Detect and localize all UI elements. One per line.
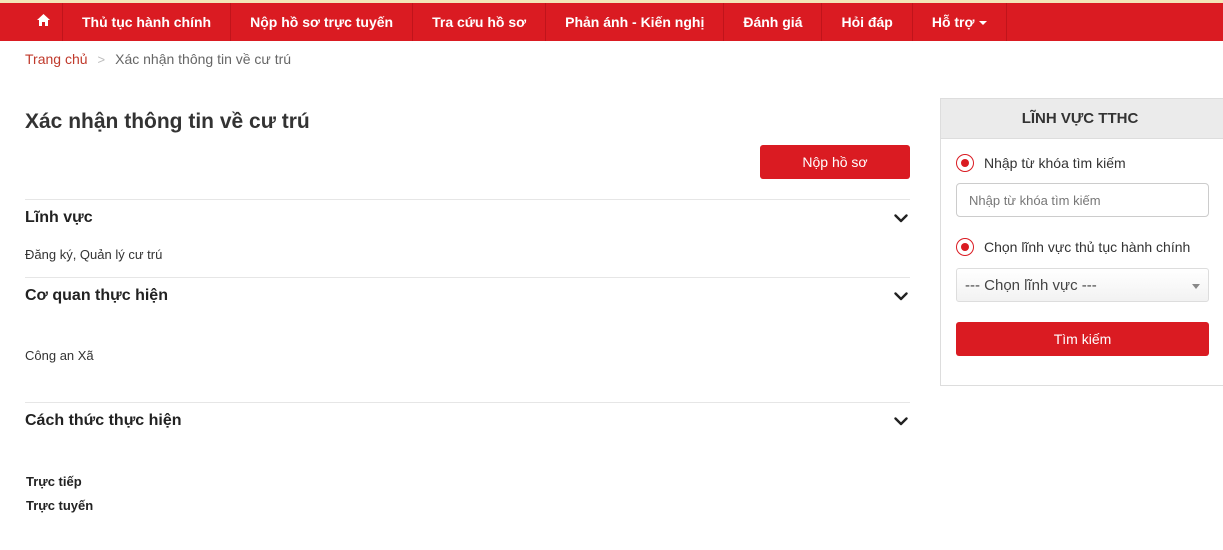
section-divider (25, 199, 910, 200)
chevron-down-icon[interactable] (892, 211, 910, 225)
nav-item-hoi-dap[interactable]: Hỏi đáp (822, 3, 913, 41)
chevron-down-icon[interactable] (892, 414, 910, 428)
section-title: Cách thức thực hiện (25, 412, 182, 429)
breadcrumb: Trang chủ > Xác nhận thông tin về cư trú (25, 51, 291, 67)
section-header-co-quan[interactable]: Cơ quan thực hiện (25, 287, 910, 305)
nav-item-label: Thủ tục hành chính (82, 14, 212, 30)
chevron-down-icon[interactable] (892, 289, 910, 303)
nav-item-label: Nộp hồ sơ trực tuyến (250, 14, 394, 30)
breadcrumb-home-link[interactable]: Trang chủ (25, 51, 88, 67)
section-content-text: Trực tuyến (26, 498, 94, 513)
section-content-text: Công an Xã (25, 348, 94, 363)
caret-down-icon (979, 21, 988, 25)
breadcrumb-current: Xác nhận thông tin về cư trú (115, 51, 292, 67)
nav-items: Thủ tục hành chính Nộp hồ sơ trực tuyến … (25, 3, 1008, 41)
section-title: Cơ quan thực hiện (25, 287, 168, 304)
section-divider (25, 402, 910, 403)
nav-item-label: Hỏi đáp (841, 14, 893, 30)
nav-item-ho-tro[interactable]: Hỗ trợ (913, 3, 1008, 41)
home-icon (37, 13, 50, 31)
nav-home[interactable] (25, 3, 63, 41)
section-divider (25, 277, 910, 278)
nav-item-phan-anh[interactable]: Phản ánh - Kiến nghị (546, 3, 725, 41)
main-navbar: Thủ tục hành chính Nộp hồ sơ trực tuyến … (0, 3, 1223, 41)
section-content-text: Trực tiếp (26, 474, 82, 489)
nav-item-nop-ho-so[interactable]: Nộp hồ sơ trực tuyến (231, 3, 414, 41)
field-select-value: --- Chọn lĩnh vực --- (965, 276, 1097, 294)
nav-item-label: Hỗ trợ (931, 14, 975, 30)
sidebar-title: LĨNH VỰC TTHC (941, 99, 1223, 139)
nav-item-danh-gia[interactable]: Đánh giá (724, 3, 823, 41)
radio-selected-icon[interactable] (956, 238, 974, 256)
submit-application-button[interactable]: Nộp hồ sơ (760, 145, 910, 179)
keyword-radio-option[interactable]: Nhập từ khóa tìm kiếm (956, 154, 1126, 172)
keyword-radio-label: Nhập từ khóa tìm kiếm (984, 155, 1126, 171)
keyword-search-input[interactable] (956, 183, 1209, 217)
nav-item-label: Tra cứu hồ sơ (432, 14, 527, 30)
sidebar-panel: LĨNH VỰC TTHC Nhập từ khóa tìm kiếm Chọn… (940, 98, 1223, 386)
section-header-cach-thuc[interactable]: Cách thức thực hiện (25, 412, 910, 430)
nav-item-thu-tuc[interactable]: Thủ tục hành chính (63, 3, 232, 41)
page-title: Xác nhận thông tin về cư trú (25, 110, 310, 133)
nav-item-label: Đánh giá (743, 14, 803, 30)
search-button[interactable]: Tìm kiếm (956, 322, 1209, 356)
field-radio-option[interactable]: Chọn lĩnh vực thủ tục hành chính (956, 238, 1190, 256)
breadcrumb-separator: > (97, 51, 106, 67)
section-title: Lĩnh vực (25, 209, 93, 226)
nav-item-label: Phản ánh - Kiến nghị (565, 14, 705, 30)
section-header-linh-vuc[interactable]: Lĩnh vực (25, 209, 910, 227)
field-select-dropdown[interactable]: --- Chọn lĩnh vực --- (956, 268, 1209, 302)
field-radio-label: Chọn lĩnh vực thủ tục hành chính (984, 239, 1191, 255)
section-content-text: Đăng ký, Quản lý cư trú (25, 247, 163, 262)
dropdown-caret-icon (1192, 284, 1200, 289)
nav-item-tra-cuu[interactable]: Tra cứu hồ sơ (413, 3, 547, 41)
radio-selected-icon[interactable] (956, 154, 974, 172)
